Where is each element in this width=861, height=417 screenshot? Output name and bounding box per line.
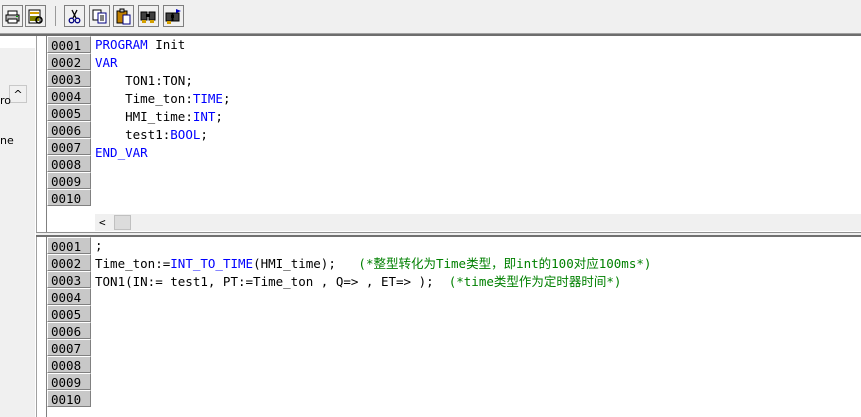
toolbar-separator [55, 6, 56, 26]
body-line-numbers: 0001 0002 0003 0004 0005 0006 0007 0008 0009 0010 [47, 237, 91, 407]
code-text: TON1(IN:= test1, PT:=Time_ton , Q=> , ET… [95, 274, 449, 289]
line-number: 0006 [47, 121, 91, 138]
organizer-item-fragment[interactable]: ne [0, 134, 14, 147]
code-line[interactable]: TON1(IN:= test1, PT:=Time_ton , Q=> , ET… [95, 273, 651, 291]
line-number: 0002 [47, 53, 91, 70]
code-line[interactable]: TON1:TON; [95, 72, 230, 90]
code-keyword: BOOL [170, 127, 201, 142]
code-text: ; [222, 91, 231, 106]
code-text: TON1:TON; [125, 73, 193, 88]
declaration-horizontal-scrollbar[interactable]: < [95, 214, 861, 231]
code-line[interactable]: ; [95, 237, 651, 255]
cut-icon [68, 9, 81, 23]
code-text: Time_ton:= [95, 256, 171, 271]
code-line[interactable]: Time_ton:=INT_TO_TIME(HMI_time); (*整型转化为… [95, 255, 651, 273]
line-number: 0009 [47, 172, 91, 189]
code-text: Init [147, 37, 186, 52]
line-number: 0010 [47, 390, 91, 407]
line-number: 0005 [47, 305, 91, 322]
paste-icon [116, 8, 131, 24]
code-text: ; [200, 127, 208, 142]
body-editor[interactable]: 0001 0002 0003 0004 0005 0006 0007 0008 0009 0010… [46, 237, 861, 417]
find-next-button[interactable] [163, 5, 184, 27]
code-comment: (*time类型作为定时器时间*) [448, 274, 622, 289]
organizer-item-fragment[interactable]: ro [0, 94, 11, 107]
code-text: test1: [125, 127, 171, 142]
code-keyword: INT_TO_TIME [170, 256, 254, 271]
line-number: 0004 [47, 87, 91, 104]
line-number: 0004 [47, 288, 91, 305]
code-keyword: END_VAR [95, 145, 148, 160]
toolbar [0, 0, 861, 34]
code-keyword: TIME [192, 91, 223, 106]
code-text: ; [215, 109, 223, 124]
code-keyword: PROGRAM [95, 37, 148, 52]
line-number: 0007 [47, 339, 91, 356]
copy-icon [92, 9, 107, 23]
code-text: ; [95, 238, 103, 253]
scrollbar-thumb[interactable] [114, 215, 131, 230]
line-number: 0003 [47, 271, 91, 288]
scroll-left-icon[interactable]: < [99, 216, 106, 229]
find-button[interactable] [138, 5, 159, 27]
line-number: 0006 [47, 322, 91, 339]
line-number: 0008 [47, 356, 91, 373]
print-button[interactable] [2, 5, 23, 27]
declaration-code[interactable]: PROGRAM Init VAR TON1:TON; Time_ton:TIME;… [95, 36, 230, 162]
line-number: 0005 [47, 104, 91, 121]
line-number: 0002 [47, 254, 91, 271]
code-comment: (*整型转化为Time类型，即int的100对应100ms*) [358, 256, 652, 271]
chevron-up-icon: ^ [13, 87, 23, 101]
code-text: (HMI_time); [253, 256, 359, 271]
line-number: 0010 [47, 189, 91, 206]
code-keyword: VAR [95, 55, 118, 70]
print-preview-button[interactable] [25, 5, 46, 27]
code-line[interactable]: END_VAR [95, 144, 230, 162]
code-text: HMI_time: [125, 109, 193, 124]
code-line[interactable]: HMI_time:INT; [95, 108, 230, 126]
line-number: 0003 [47, 70, 91, 87]
declaration-line-numbers: 0001 0002 0003 0004 0005 0006 0007 0008 0009 0010 [47, 36, 91, 206]
print-preview-icon [28, 9, 43, 24]
code-keyword: INT [192, 109, 216, 124]
body-code[interactable]: ; Time_ton:=INT_TO_TIME(HMI_time); (*整型转化… [95, 237, 651, 291]
print-icon [5, 10, 20, 23]
line-number: 0009 [47, 373, 91, 390]
copy-button[interactable] [89, 5, 110, 27]
line-number: 0008 [47, 155, 91, 172]
find-next-icon [165, 8, 181, 24]
code-line[interactable]: VAR [95, 54, 230, 72]
line-number: 0001 [47, 36, 91, 53]
cut-button[interactable] [64, 5, 85, 27]
code-line[interactable]: test1:BOOL; [95, 126, 230, 144]
code-text: Time_ton: [125, 91, 193, 106]
line-number: 0001 [47, 237, 91, 254]
object-organizer-panel: ^ ro ne [0, 36, 37, 417]
declaration-editor[interactable]: 0001 0002 0003 0004 0005 0006 0007 0008 0009 0010… [46, 36, 861, 232]
line-number: 0007 [47, 138, 91, 155]
find-icon [140, 11, 156, 23]
scroll-up-button[interactable]: ^ [9, 85, 27, 103]
paste-button[interactable] [113, 5, 134, 27]
code-line[interactable]: PROGRAM Init [95, 36, 230, 54]
code-line[interactable]: Time_ton:TIME; [95, 90, 230, 108]
